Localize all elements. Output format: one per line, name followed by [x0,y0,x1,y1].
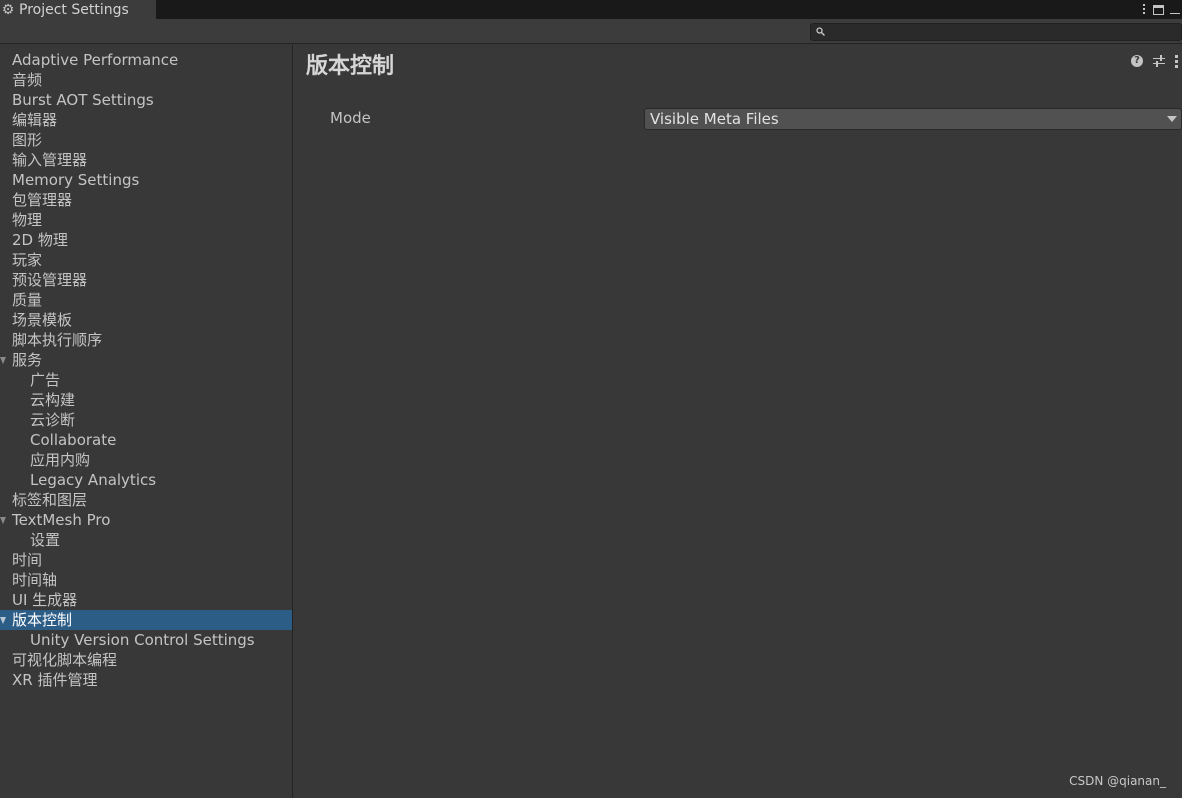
watermark: CSDN @qianan_ [1069,774,1166,788]
gear-icon: ⚙ [1,1,15,18]
sidebar-item-label: 云诊断 [30,411,76,429]
sidebar-item-label: 时间 [12,551,43,569]
sidebar-item[interactable]: 时间轴 [0,570,292,590]
sidebar-item-label: 输入管理器 [12,151,88,169]
sidebar-item[interactable]: 质量 [0,290,292,310]
sidebar-item[interactable]: 时间 [0,550,292,570]
sidebar-item-label: 音频 [12,71,43,89]
sidebar-item[interactable]: UI 生成器 [0,590,292,610]
sidebar-item[interactable]: 音频 [0,70,292,90]
sidebar-item-label: 物理 [12,211,43,229]
menu-icon[interactable] [1175,55,1178,68]
sidebar-item[interactable]: 输入管理器 [0,150,292,170]
sidebar-item[interactable]: 广告 [0,370,292,390]
page-title: 版本控制 [306,54,395,79]
foldout-arrow-icon[interactable] [0,517,6,524]
settings-panel: 版本控制 ? Mode Visible Meta Files [294,45,1182,798]
sidebar-item-label: 可视化脚本编程 [12,651,118,669]
mode-dropdown[interactable]: Visible Meta Files [644,108,1182,130]
sidebar-item[interactable]: 图形 [0,130,292,150]
sidebar-item[interactable]: Collaborate [0,430,292,450]
tab-project-settings[interactable]: ⚙ Project Settings [0,0,156,19]
sidebar-item-label: Legacy Analytics [30,471,157,489]
sidebar-item[interactable]: 可视化脚本编程 [0,650,292,670]
minimize-icon[interactable] [1170,5,1180,15]
sidebar-item-label: Unity Version Control Settings [30,631,255,649]
sidebar-item-label: 脚本执行顺序 [12,331,103,349]
sidebar-item-label: 版本控制 [12,611,73,629]
sidebar-item[interactable]: 版本控制 [0,610,292,630]
sidebar-item-label: 预设管理器 [12,271,88,289]
settings-sidebar: Adaptive Performance 音频 Burst AOT Settings… [0,45,293,798]
chevron-down-icon [1167,116,1177,122]
sidebar-item[interactable]: XR 插件管理 [0,670,292,690]
foldout-arrow-icon[interactable] [0,617,6,624]
sidebar-item-label: 图形 [12,131,43,149]
mode-field-row: Mode Visible Meta Files [294,108,1182,130]
sidebar-item-label: 云构建 [30,391,76,409]
sidebar-item[interactable]: 设置 [0,530,292,550]
window-titlebar: ⚙ Project Settings [0,0,1182,19]
sidebar-item[interactable]: 预设管理器 [0,270,292,290]
mode-dropdown-value: Visible Meta Files [650,110,779,128]
sidebar-item-label: UI 生成器 [12,591,78,609]
sidebar-item-label: 2D 物理 [12,231,68,249]
sidebar-item[interactable]: 脚本执行顺序 [0,330,292,350]
sidebar-item[interactable]: 服务 [0,350,292,370]
sidebar-item-label: 包管理器 [12,191,73,209]
sidebar-item[interactable]: Burst AOT Settings [0,90,292,110]
sidebar-item-label: Burst AOT Settings [12,91,154,109]
search-input[interactable] [829,24,1174,40]
sidebar-item-label: XR 插件管理 [12,671,98,689]
sidebar-item-label: TextMesh Pro [12,511,111,529]
sidebar-item[interactable]: Unity Version Control Settings [0,630,292,650]
tab-title: Project Settings [19,1,129,18]
sidebar-item-label: 场景模板 [12,311,73,329]
sidebar-item[interactable]: 编辑器 [0,110,292,130]
sidebar-item[interactable]: Memory Settings [0,170,292,190]
sidebar-item[interactable]: 包管理器 [0,190,292,210]
presets-icon[interactable] [1153,55,1165,67]
mode-label: Mode [330,109,371,127]
sidebar-item[interactable]: 玩家 [0,250,292,270]
search-icon [816,27,825,36]
toolbar [0,19,1182,44]
sidebar-item-label: 标签和图层 [12,491,88,509]
foldout-arrow-icon[interactable] [0,357,6,364]
sidebar-item[interactable]: 标签和图层 [0,490,292,510]
sidebar-item[interactable]: Adaptive Performance [0,50,292,70]
sidebar-item[interactable]: TextMesh Pro [0,510,292,530]
sidebar-item-label: 玩家 [12,251,43,269]
sidebar-item[interactable]: 云构建 [0,390,292,410]
sidebar-item-label: 服务 [12,351,43,369]
sidebar-item-label: 广告 [30,371,61,389]
sidebar-item[interactable]: 应用内购 [0,450,292,470]
sidebar-item-label: Collaborate [30,431,117,449]
sidebar-item[interactable]: 云诊断 [0,410,292,430]
search-field[interactable] [810,23,1182,41]
sidebar-item-label: 编辑器 [12,111,58,129]
header-icons: ? [1131,55,1178,68]
sidebar-item-label: Memory Settings [12,171,140,189]
sidebar-item[interactable]: Legacy Analytics [0,470,292,490]
sidebar-item[interactable]: 物理 [0,210,292,230]
sidebar-item[interactable]: 场景模板 [0,310,292,330]
window-controls [1141,0,1182,19]
more-options-icon[interactable] [1141,3,1147,16]
sidebar-item-label: 时间轴 [12,571,58,589]
sidebar-item-label: 质量 [12,291,43,309]
help-icon[interactable]: ? [1131,55,1143,67]
maximize-icon[interactable] [1153,4,1164,15]
sidebar-item-label: Adaptive Performance [12,51,179,69]
sidebar-item-label: 设置 [30,531,61,549]
sidebar-item-label: 应用内购 [30,451,91,469]
sidebar-item[interactable]: 2D 物理 [0,230,292,250]
